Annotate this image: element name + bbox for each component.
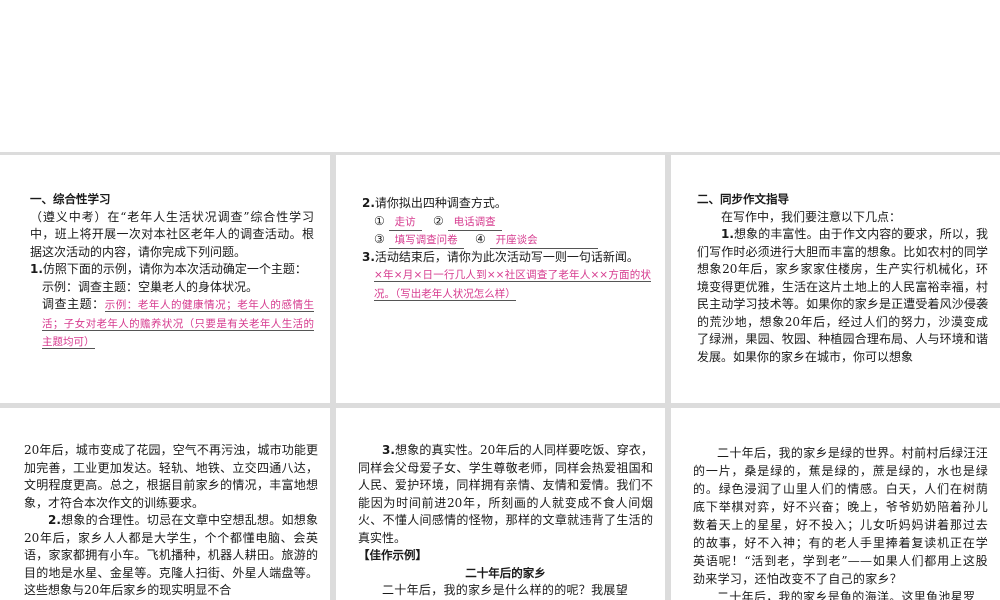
question-text: 请你拟出四种调查方式。 [374, 196, 507, 210]
panel-essay-continued: 二十年后，我的家乡是绿的世界。村前村后绿汪汪的一片，桑是绿的，蕉是绿的，蔗是绿的… [671, 408, 1000, 600]
theme-answer-block: 调查主题：示例：老年人的健康情况；老年人的感情生活；子女对老年人的赡养状况（只要… [30, 296, 314, 352]
essay-paragraph: 二十年后，我的家乡是鱼的海洋。这里鱼池星罗 [717, 590, 976, 600]
essay-opening: 二十年后，我的家乡是什么样的的呢？我展望 [382, 582, 629, 597]
point-number: 1. [721, 227, 734, 241]
question-3: 3.活动结束后，请你为此次活动写一则一句话新闻。 [362, 249, 651, 267]
methods-row-2: ③ 填写调查问卷 ④ 开座谈会 [362, 231, 651, 249]
question-number: 2. [362, 196, 375, 210]
method-marker: ③ [374, 231, 385, 246]
method-answer: 电话调查 [447, 215, 502, 231]
guide-point-1: 1.想象的丰富性。由于作文内容的要求，所以，我们写作时必须进行大胆而丰富的想象。… [697, 226, 988, 366]
essay-title: 二十年后的家乡 [465, 565, 546, 580]
point-text: 想象的合理性。切忌在文章中空想乱想。如想象20年后，家乡人人都是大学生，个个都懂… [24, 513, 318, 597]
example-heading: 【佳作示例】 [358, 548, 427, 562]
question-2: 2.请你拟出四种调查方式。 [362, 195, 651, 213]
news-answer: ×年×月×日一行几人到××社区调查了老年人××方面的状况。（写出老年人状况怎么样… [374, 269, 651, 301]
example-line: 示例：调查主题：空巢老人的身体状况。 [42, 279, 259, 294]
method-answer: 填写调查问卷 [388, 233, 464, 249]
essay-paragraph: 二十年后，我的家乡是绿的世界。村前村后绿汪汪的一片，桑是绿的，蕉是绿的，蔗是绿的… [693, 446, 988, 586]
intro-paragraph: （遵义中考）在“老年人生活状况调查”综合性学习中，班上将开展一次对本社区老年人的… [30, 209, 314, 259]
panel-questions: 2.请你拟出四种调查方式。 ① 走访 ② 电话调查 ③ 填写调查问卷 ④ 开座谈… [336, 155, 665, 403]
point-number: 3. [382, 443, 395, 457]
method-marker: ② [433, 213, 444, 228]
question-number: 3. [362, 249, 375, 264]
question-number: 1. [30, 262, 43, 276]
section-heading: 二、同步作文指导 [697, 192, 789, 206]
news-answer-block: ×年×月×日一行几人到××社区调查了老年人××方面的状况。（写出老年人状况怎么样… [362, 266, 651, 303]
point-text: 想象的真实性。20年后的人同样要吃饭、穿衣，同样会父母爱子女、学生尊敬老师，同样… [358, 443, 653, 545]
point-text: 想象的丰富性。由于作文内容的要求，所以，我们写作时必须进行大胆而丰富的想象。比如… [697, 227, 988, 364]
guide-point-3: 3.想象的真实性。20年后的人同样要吃饭、穿衣，同样会父母爱子女、学生尊敬老师，… [358, 442, 653, 547]
method-marker: ④ [475, 231, 486, 246]
method-answer: 开座谈会 [489, 233, 598, 249]
panel-guide-continued: 20年后，城市变成了花园，空气不再污浊，城市功能更加完善，工业更加发达。轻轨、地… [0, 408, 330, 600]
panel-writing-guide: 二、同步作文指导 在写作中，我们要注意以下几点： 1.想象的丰富性。由于作文内容… [671, 155, 1000, 403]
panel-comprehensive-study: 一、综合性学习 （遵义中考）在“老年人生活状况调查”综合性学习中，班上将开展一次… [0, 155, 330, 403]
question-text: 仿照下面的示例，请你为本次活动确定一个主题： [42, 262, 307, 276]
method-marker: ① [374, 213, 385, 228]
method-answer: 走访 [388, 215, 422, 231]
question-1: 1.仿照下面的示例，请你为本次活动确定一个主题： [30, 261, 314, 279]
section-heading: 一、综合性学习 [30, 192, 111, 206]
theme-label: 调查主题： [42, 297, 105, 311]
guide-intro: 在写作中，我们要注意以下几点： [721, 209, 902, 224]
question-text: 活动结束后，请你为此次活动写一则一句话新闻。 [374, 249, 639, 264]
point-number: 2. [48, 513, 61, 527]
continued-paragraph: 20年后，城市变成了花园，空气不再污浊，城市功能更加完善，工业更加发达。轻轨、地… [24, 443, 318, 510]
guide-point-2: 2.想象的合理性。切忌在文章中空想乱想。如想象20年后，家乡人人都是大学生，个个… [24, 512, 318, 600]
methods-row-1: ① 走访 ② 电话调查 [362, 213, 651, 231]
panel-guide-point-3: 3.想象的真实性。20年后的人同样要吃饭、穿衣，同样会父母爱子女、学生尊敬老师，… [336, 408, 665, 600]
top-blank-area [0, 0, 1000, 152]
